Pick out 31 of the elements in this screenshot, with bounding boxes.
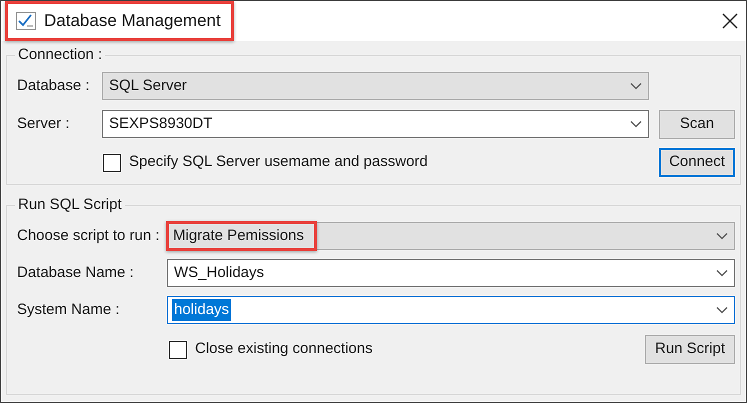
field-value: holidays bbox=[172, 299, 232, 321]
combo-box[interactable]: holidays bbox=[167, 296, 735, 324]
field-value: SQL Server bbox=[108, 76, 188, 96]
field-value: Migrate Pemissions bbox=[166, 221, 317, 251]
combo-box[interactable]: SEXPS8930DT bbox=[102, 110, 649, 138]
field-label: Choose script to run : bbox=[17, 226, 161, 246]
chevron-down-icon[interactable] bbox=[716, 306, 728, 314]
app-icon bbox=[16, 12, 36, 30]
field-label: Database Name : bbox=[17, 262, 135, 283]
chevron-down-icon[interactable] bbox=[716, 269, 728, 277]
field-value: WS_Holidays bbox=[173, 263, 266, 283]
group-title: Run SQL Script bbox=[15, 196, 125, 214]
field-label: Database : bbox=[17, 76, 91, 96]
window-title: Database Management bbox=[44, 10, 221, 32]
button[interactable]: Connect bbox=[659, 148, 735, 177]
checkbox-label: Close existing connections bbox=[195, 339, 373, 360]
field-value: SEXPS8930DT bbox=[108, 114, 214, 134]
field-label: Server : bbox=[17, 114, 71, 134]
chevron-down-icon[interactable] bbox=[716, 232, 728, 240]
checkbox-label: Specify SQL Server usemame and password bbox=[129, 152, 428, 172]
button[interactable]: Run Script bbox=[645, 335, 735, 364]
combo-box[interactable]: WS_Holidays bbox=[167, 259, 735, 287]
field-label: System Name : bbox=[17, 300, 121, 320]
close-icon[interactable] bbox=[722, 13, 738, 29]
dropdown[interactable]: SQL Server bbox=[102, 72, 649, 100]
chevron-down-icon[interactable] bbox=[630, 120, 642, 128]
button[interactable]: Scan bbox=[659, 110, 735, 138]
chevron-down-icon[interactable] bbox=[630, 82, 642, 90]
checkbox[interactable] bbox=[103, 154, 121, 172]
checkbox[interactable] bbox=[169, 340, 187, 358]
dropdown[interactable]: Migrate Pemissions bbox=[167, 222, 735, 250]
